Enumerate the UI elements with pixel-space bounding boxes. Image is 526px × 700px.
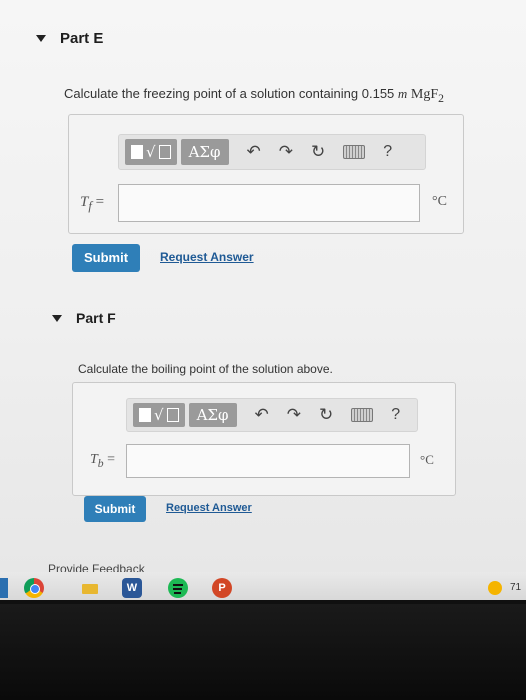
part-f-request-answer-link[interactable]: Request Answer [166,502,252,514]
compound-formula: MgF2 [410,87,444,105]
collapse-caret-icon[interactable] [36,35,46,42]
equals-sign: = [95,194,105,210]
part-e-math-toolbar: √ ΑΣφ ↶ ↷ ↻ ? [118,134,426,170]
reset-icon[interactable]: ↻ [319,405,333,425]
reset-icon[interactable]: ↻ [311,142,325,162]
help-button[interactable]: ? [391,406,400,424]
compound-name: MgF [410,87,439,102]
browser-page: Part E Calculate the freezing point of a… [0,0,526,600]
tb-sub: b [97,456,104,470]
redo-icon[interactable]: ↷ [279,142,293,162]
template-square-outline-icon [158,145,171,159]
templates-button[interactable]: √ [133,403,185,427]
undo-icon[interactable]: ↶ [247,142,261,162]
weather-icon[interactable] [488,581,502,595]
part-f-title: Part F [76,310,116,326]
part-e-answer-input[interactable] [118,184,420,222]
part-e-unit: °C [432,194,447,209]
start-edge-icon[interactable] [0,578,8,598]
chrome-icon[interactable] [24,578,44,598]
tb-label: Tb = [90,452,115,470]
part-f-question: Calculate the boiling point of the solut… [78,362,333,376]
part-e-header[interactable]: Part E [36,30,103,47]
part-e-request-answer-link[interactable]: Request Answer [160,250,254,264]
template-square-icon [139,408,151,422]
keyboard-icon[interactable] [351,408,374,422]
part-f-math-toolbar: √ ΑΣφ ↶ ↷ ↻ ? [126,398,418,432]
question-text: Calculate the freezing point of a soluti… [64,86,398,101]
part-f-header[interactable]: Part F [52,310,116,326]
undo-icon[interactable]: ↶ [255,405,269,425]
equals-sign: = [107,452,116,467]
molal-symbol: m [397,86,408,101]
powerpoint-icon[interactable]: P [212,578,232,598]
radical-icon: √ [146,143,156,161]
collapse-caret-icon[interactable] [52,314,62,322]
word-icon[interactable]: W [122,578,142,598]
part-f-submit-button[interactable]: Submit [84,496,146,522]
greek-symbols-button[interactable]: ΑΣφ [188,403,237,427]
radical-icon: √ [154,406,164,424]
greek-symbols-button[interactable]: ΑΣφ [180,139,229,165]
taskbar: W P 71 [0,572,526,600]
templates-button[interactable]: √ [125,139,177,165]
help-button[interactable]: ? [383,143,392,161]
template-square-outline-icon [166,408,179,422]
keyboard-icon[interactable] [343,145,366,159]
monitor-bezel [0,604,526,700]
part-e-title: Part E [60,30,104,47]
compound-subscript: 2 [438,91,444,105]
file-explorer-icon[interactable] [80,578,100,598]
part-f-unit: °C [420,452,434,467]
tb-main: T [90,452,98,467]
part-e-question: Calculate the freezing point of a soluti… [64,86,444,105]
spotify-icon[interactable] [168,578,188,598]
redo-icon[interactable]: ↷ [287,405,301,425]
tf-sub: f [88,199,92,213]
tray-temperature-text: 71 [510,582,522,593]
part-f-answer-input[interactable] [126,444,410,478]
tf-label: Tf = [80,194,104,214]
part-e-submit-button[interactable]: Submit [72,244,140,272]
template-square-icon [131,145,143,159]
